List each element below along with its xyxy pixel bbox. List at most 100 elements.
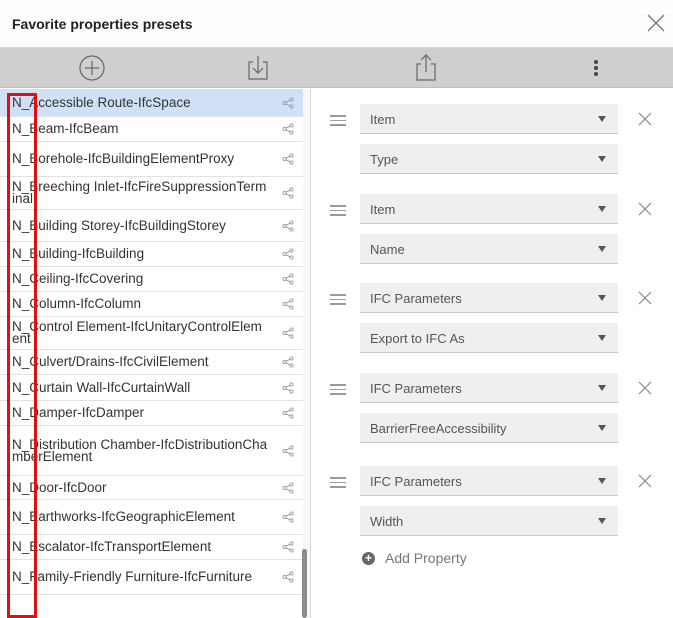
drag-handle-icon[interactable] xyxy=(330,477,346,488)
property-group-dropdown[interactable]: Item xyxy=(360,104,618,134)
property-group-dropdown[interactable]: Item xyxy=(360,194,618,224)
share-icon[interactable] xyxy=(282,481,294,494)
scrollbar-track[interactable] xyxy=(303,89,310,618)
preset-label: N_Breeching Inlet-IfcFireSuppressionTerm… xyxy=(12,179,267,206)
chevron-down-icon xyxy=(598,518,606,524)
remove-property-icon[interactable] xyxy=(636,289,654,307)
dropdown-value: Item xyxy=(370,202,396,217)
dropdown-value: IFC Parameters xyxy=(370,474,462,489)
preset-row[interactable]: N_Breeching Inlet-IfcFireSuppressionTerm… xyxy=(0,177,303,210)
preset-label: N_Distribution Chamber-IfcDistributionCh… xyxy=(12,436,268,464)
share-icon[interactable] xyxy=(282,96,294,109)
share-icon[interactable] xyxy=(282,153,294,165)
preset-label: N_Escalator-IfcTransportElement xyxy=(12,539,212,554)
highlight-annotation xyxy=(7,93,37,618)
scrollbar-thumb[interactable] xyxy=(302,549,307,618)
add-preset-button[interactable] xyxy=(76,52,108,84)
preset-label: N_Building-IfcBuilding xyxy=(12,246,145,261)
chevron-down-icon xyxy=(598,116,606,122)
properties-panel: + Add Property Item Type Item Name IFC Param… xyxy=(312,89,673,618)
chevron-down-icon xyxy=(598,385,606,391)
preset-row[interactable]: N_Accessible Route-IfcSpace xyxy=(0,89,303,117)
property-group-dropdown[interactable]: IFC Parameters xyxy=(360,466,618,496)
preset-label: N_Column-IfcColumn xyxy=(12,296,142,311)
preset-label: N_Beam-IfcBeam xyxy=(12,121,119,136)
more-options-icon xyxy=(594,60,598,76)
share-icon[interactable] xyxy=(282,219,294,232)
dropdown-value: Type xyxy=(370,152,399,167)
preset-row[interactable]: N_Earthworks-IfcGeographicElement xyxy=(0,500,303,535)
share-icon[interactable] xyxy=(282,356,294,368)
preset-row[interactable]: N_Borehole-IfcBuildingElementProxy xyxy=(0,142,303,177)
remove-property-icon[interactable] xyxy=(636,379,654,397)
preset-row[interactable]: N_Ceiling-IfcCovering xyxy=(0,267,303,292)
preset-label: N_Borehole-IfcBuildingElementProxy xyxy=(12,151,235,166)
property-name-dropdown[interactable]: Type xyxy=(360,144,618,174)
chevron-down-icon xyxy=(598,156,606,162)
more-options-button[interactable] xyxy=(580,52,612,84)
close-icon[interactable] xyxy=(645,12,667,34)
share-icon[interactable] xyxy=(282,187,294,199)
import-button[interactable] xyxy=(242,52,274,84)
dropdown-value: Item xyxy=(370,112,396,127)
chevron-down-icon xyxy=(598,478,606,484)
preset-label: N_Accessible Route-IfcSpace xyxy=(12,94,191,110)
preset-label: N_Door-IfcDoor xyxy=(12,479,107,495)
share-icon[interactable] xyxy=(282,273,294,285)
remove-property-icon[interactable] xyxy=(636,200,654,218)
preset-row[interactable]: N_Building Storey-IfcBuildingStorey xyxy=(0,210,303,242)
share-icon[interactable] xyxy=(282,571,294,583)
share-icon[interactable] xyxy=(282,123,294,135)
preset-row[interactable]: N_Door-IfcDoor xyxy=(0,476,303,500)
add-circle-icon: + xyxy=(362,551,375,565)
dropdown-value: IFC Parameters xyxy=(370,291,462,306)
preset-row[interactable]: N_Escalator-IfcTransportElement xyxy=(0,535,303,560)
drag-handle-icon[interactable] xyxy=(330,205,346,216)
property-name-dropdown[interactable]: Export to IFC As xyxy=(360,323,618,353)
share-icon[interactable] xyxy=(282,511,294,523)
remove-property-icon[interactable] xyxy=(636,472,654,490)
preset-label: N_Building Storey-IfcBuildingStorey xyxy=(12,217,226,233)
share-icon[interactable] xyxy=(282,444,294,457)
preset-row[interactable]: N_Building-IfcBuilding xyxy=(0,242,303,267)
preset-row[interactable]: N_Culvert/Drains-IfcCivilElement xyxy=(0,350,303,375)
dropdown-value: Width xyxy=(370,514,404,529)
drag-handle-icon[interactable] xyxy=(330,294,346,305)
property-name-dropdown[interactable]: Width xyxy=(360,506,618,536)
preset-row[interactable]: N_Distribution Chamber-IfcDistributionCh… xyxy=(0,426,303,476)
preset-row[interactable]: N_Damper-IfcDamper xyxy=(0,401,303,426)
preset-label: N_Damper-IfcDamper xyxy=(12,405,145,420)
preset-row[interactable]: N_Control Element-IfcUnitaryControlEleme… xyxy=(0,317,303,350)
dialog-title: Favorite properties presets xyxy=(12,16,193,32)
preset-label: N_Ceiling-IfcCovering xyxy=(12,271,144,286)
drag-handle-icon[interactable] xyxy=(330,384,346,395)
add-property-button[interactable]: + Add Property xyxy=(362,550,467,566)
share-icon[interactable] xyxy=(282,541,294,553)
dropdown-value: Export to IFC As xyxy=(370,331,465,346)
import-icon xyxy=(248,56,268,80)
property-group-dropdown[interactable]: IFC Parameters xyxy=(360,373,618,403)
share-icon[interactable] xyxy=(282,298,294,310)
remove-property-icon[interactable] xyxy=(636,110,654,128)
preset-row[interactable]: N_Column-IfcColumn xyxy=(0,292,303,317)
chevron-down-icon xyxy=(598,206,606,212)
property-name-dropdown[interactable]: BarrierFreeAccessibility xyxy=(360,413,618,443)
chevron-down-icon xyxy=(598,295,606,301)
dropdown-value: Name xyxy=(370,242,405,257)
share-icon[interactable] xyxy=(282,327,294,339)
share-icon[interactable] xyxy=(282,248,294,260)
toolbar xyxy=(0,48,673,88)
dropdown-value: IFC Parameters xyxy=(370,381,462,396)
dialog-titlebar: Favorite properties presets xyxy=(0,0,673,48)
property-name-dropdown[interactable]: Name xyxy=(360,234,618,264)
add-property-label: Add Property xyxy=(385,550,467,566)
preset-list[interactable]: N_Family-Friendly Furniture-IfcFurniture… xyxy=(0,89,311,618)
preset-row[interactable]: N_Curtain Wall-IfcCurtainWall xyxy=(0,375,303,401)
drag-handle-icon[interactable] xyxy=(330,115,346,126)
share-icon[interactable] xyxy=(282,381,294,394)
share-icon[interactable] xyxy=(282,407,294,419)
property-group-dropdown[interactable]: IFC Parameters xyxy=(360,283,618,313)
preset-row[interactable]: N_Family-Friendly Furniture-IfcFurniture xyxy=(0,560,303,595)
export-button[interactable] xyxy=(410,52,442,84)
preset-row[interactable]: N_Beam-IfcBeam xyxy=(0,117,303,142)
